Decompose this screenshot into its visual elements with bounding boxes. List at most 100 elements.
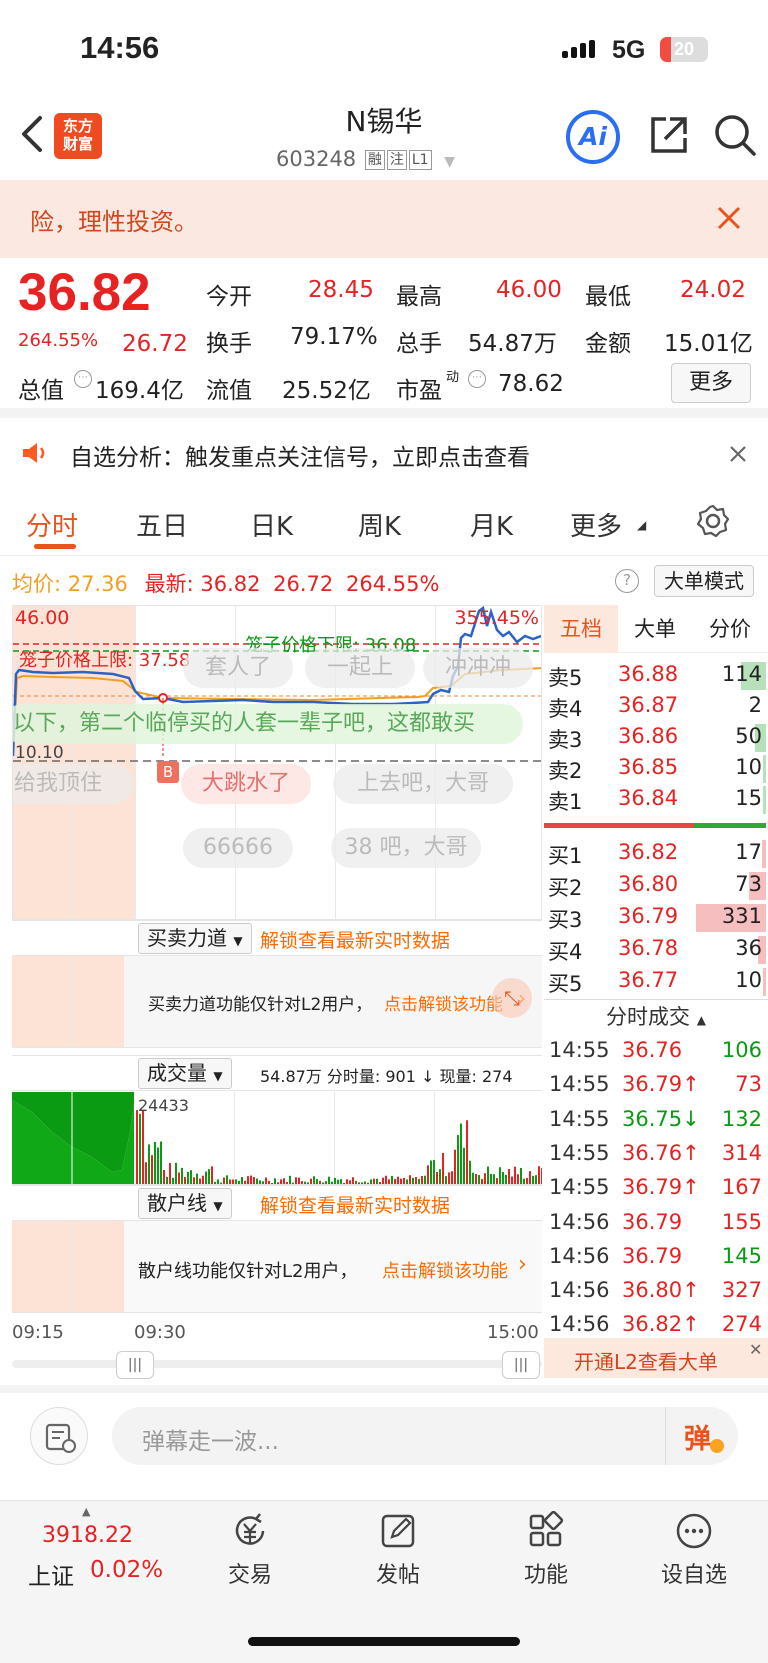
notice-bar[interactable]: 自选分析：触发重点关注信号，立即点击查看 <box>0 418 768 488</box>
buy-sell-ratio-red <box>544 823 694 828</box>
ask-row[interactable]: 卖4 36.87 2 <box>544 691 766 723</box>
nav-post[interactable]: 发帖 <box>338 1511 458 1589</box>
force-lock-link[interactable]: 点击解锁该功能 <box>384 990 503 1015</box>
change-pct: 264.55% <box>18 330 99 351</box>
tick-volume: 314 <box>721 1140 762 1165</box>
tab-indicator <box>34 544 76 549</box>
volume-bar <box>430 1160 432 1184</box>
bid-row[interactable]: 买1 36.82 17 <box>544 838 766 870</box>
info-icon[interactable]: ⋯ <box>468 370 486 388</box>
speaker-icon <box>20 440 50 470</box>
index-name[interactable]: 上证 <box>28 1557 74 1591</box>
close-icon[interactable] <box>728 444 748 468</box>
danmu-settings-button[interactable] <box>30 1407 88 1465</box>
ask-row[interactable]: 卖3 36.86 50 <box>544 722 766 754</box>
tab-level5[interactable]: 五档 <box>544 605 618 653</box>
change-amount: 26.72 <box>122 331 188 357</box>
volume-bar <box>139 1113 141 1184</box>
ask-row[interactable]: 卖2 36.85 10 <box>544 753 766 785</box>
force-unlock-link[interactable]: 解锁查看最新实时数据 <box>260 926 450 953</box>
close-icon[interactable]: ✕ <box>749 1340 762 1359</box>
force-lock-panel[interactable]: 买卖力道功能仅针对L2用户， 点击解锁该功能 › ⤡ <box>12 956 542 1048</box>
volume-bar <box>193 1177 195 1184</box>
force-dropdown[interactable]: 买卖力道 ▼ <box>138 923 252 954</box>
stock-code-row[interactable]: 603248 融注 L1 ▼ <box>276 147 455 171</box>
volume-bar <box>181 1167 183 1184</box>
tab-more[interactable]: 更多 <box>570 506 622 543</box>
tab-monthly-k[interactable]: 月K <box>470 506 513 543</box>
tag-margin: 融 <box>364 150 385 170</box>
ticks-title[interactable]: 分时成交 ▲ <box>544 1001 768 1035</box>
tab-daily-k[interactable]: 日K <box>250 506 293 543</box>
volume-chart[interactable]: 24433 <box>12 1092 542 1185</box>
last-label: 最新: <box>144 572 194 596</box>
tab-weekly-k[interactable]: 周K <box>358 506 401 543</box>
retail-unlock-link[interactable]: 解锁查看最新实时数据 <box>260 1191 450 1218</box>
risk-banner: 险，理性投资。 <box>0 180 768 258</box>
divider <box>0 1385 768 1393</box>
gear-icon[interactable] <box>696 504 730 542</box>
range-handle-right[interactable]: ||| <box>502 1351 540 1379</box>
last-value: 36.82 <box>200 572 261 596</box>
range-handle-left[interactable]: ||| <box>116 1351 154 1379</box>
nav-features[interactable]: 功能 <box>486 1510 606 1589</box>
level-price: 36.87 <box>618 693 679 717</box>
volume-dropdown[interactable]: 成交量 ▼ <box>138 1058 232 1089</box>
search-icon[interactable] <box>712 112 758 158</box>
danmu-send-icon[interactable]: 弹 <box>684 1417 711 1456</box>
index-pct[interactable]: 0.02% <box>90 1557 163 1583</box>
bid-row[interactable]: 买2 36.80 73 <box>544 870 766 902</box>
nav-trade[interactable]: 交易 <box>190 1511 310 1589</box>
danmu-bubble: 66666 <box>183 828 293 868</box>
retail-dropdown[interactable]: 散户线 ▼ <box>138 1188 232 1219</box>
volume-peak-label: 24433 <box>138 1096 189 1115</box>
retail-lock-link[interactable]: 点击解锁该功能 <box>382 1257 508 1283</box>
bid-row[interactable]: 买3 36.79 331 <box>544 902 766 934</box>
level-volume: 2 <box>748 693 762 717</box>
volume-bar <box>484 1173 486 1184</box>
tick-price: 36.76↑ <box>622 1140 700 1165</box>
danmu-input[interactable]: 弹幕走一波... 弹 <box>112 1407 738 1465</box>
tick-price: 36.79↑ <box>622 1175 700 1200</box>
range-track <box>12 1360 542 1368</box>
index-value[interactable]: 3918.22 <box>42 1523 133 1548</box>
info-icon[interactable]: ⋯ <box>74 370 92 388</box>
ask-row[interactable]: 卖1 36.84 15 <box>544 784 766 816</box>
chevron-down-icon: ▼ <box>444 154 456 170</box>
share-icon[interactable] <box>648 114 690 156</box>
ask-row[interactable]: 卖5 36.88 114 <box>544 660 766 692</box>
volume-bar <box>289 1175 291 1184</box>
volume-bar <box>460 1123 462 1184</box>
intraday-chart[interactable]: 46.00 355.45% 10.10 笼子价格上限: 37.58 笼子价格下限… <box>12 605 542 920</box>
close-icon[interactable] <box>715 204 743 232</box>
buy-marker[interactable]: B <box>157 761 179 783</box>
nav-add-watchlist[interactable]: 设自选 <box>634 1511 754 1589</box>
retail-lock-panel[interactable]: 散户线功能仅针对L2用户， 点击解锁该功能 › <box>12 1221 542 1313</box>
volume-bar <box>223 1177 225 1184</box>
volume-bar <box>187 1171 189 1184</box>
tab-five-day[interactable]: 五日 <box>136 506 188 543</box>
big-order-mode-button[interactable]: 大单模式 <box>654 565 754 597</box>
level-price: 36.84 <box>618 786 679 810</box>
volume-bar <box>457 1135 459 1184</box>
volume-bar <box>352 1177 354 1184</box>
ai-button[interactable]: Ai <box>566 110 620 164</box>
bid-row[interactable]: 买5 36.77 10 <box>544 966 766 998</box>
volume-bar <box>529 1171 531 1184</box>
expand-icon[interactable]: ⤡ <box>492 978 532 1018</box>
help-icon[interactable]: ? <box>615 569 639 593</box>
volume-bar <box>451 1171 453 1184</box>
last-price: 36.82 <box>18 263 151 322</box>
force-header: 买卖力道 ▼ 解锁查看最新实时数据 <box>12 920 542 956</box>
level-label: 买3 <box>548 908 583 932</box>
level-price: 36.77 <box>618 968 679 992</box>
avg-label: 均价: <box>12 572 62 596</box>
tab-price-dist[interactable]: 分价 <box>692 605 768 653</box>
tab-big-order[interactable]: 大单 <box>618 605 692 653</box>
volume-bar <box>469 1160 471 1184</box>
more-button[interactable]: 更多 <box>671 363 751 403</box>
volume-bar <box>415 1176 417 1184</box>
l2-banner[interactable]: 开通L2查看大单 ✕ <box>544 1338 768 1378</box>
bid-row[interactable]: 买4 36.78 36 <box>544 934 766 966</box>
tab-intraday[interactable]: 分时 <box>26 506 78 543</box>
